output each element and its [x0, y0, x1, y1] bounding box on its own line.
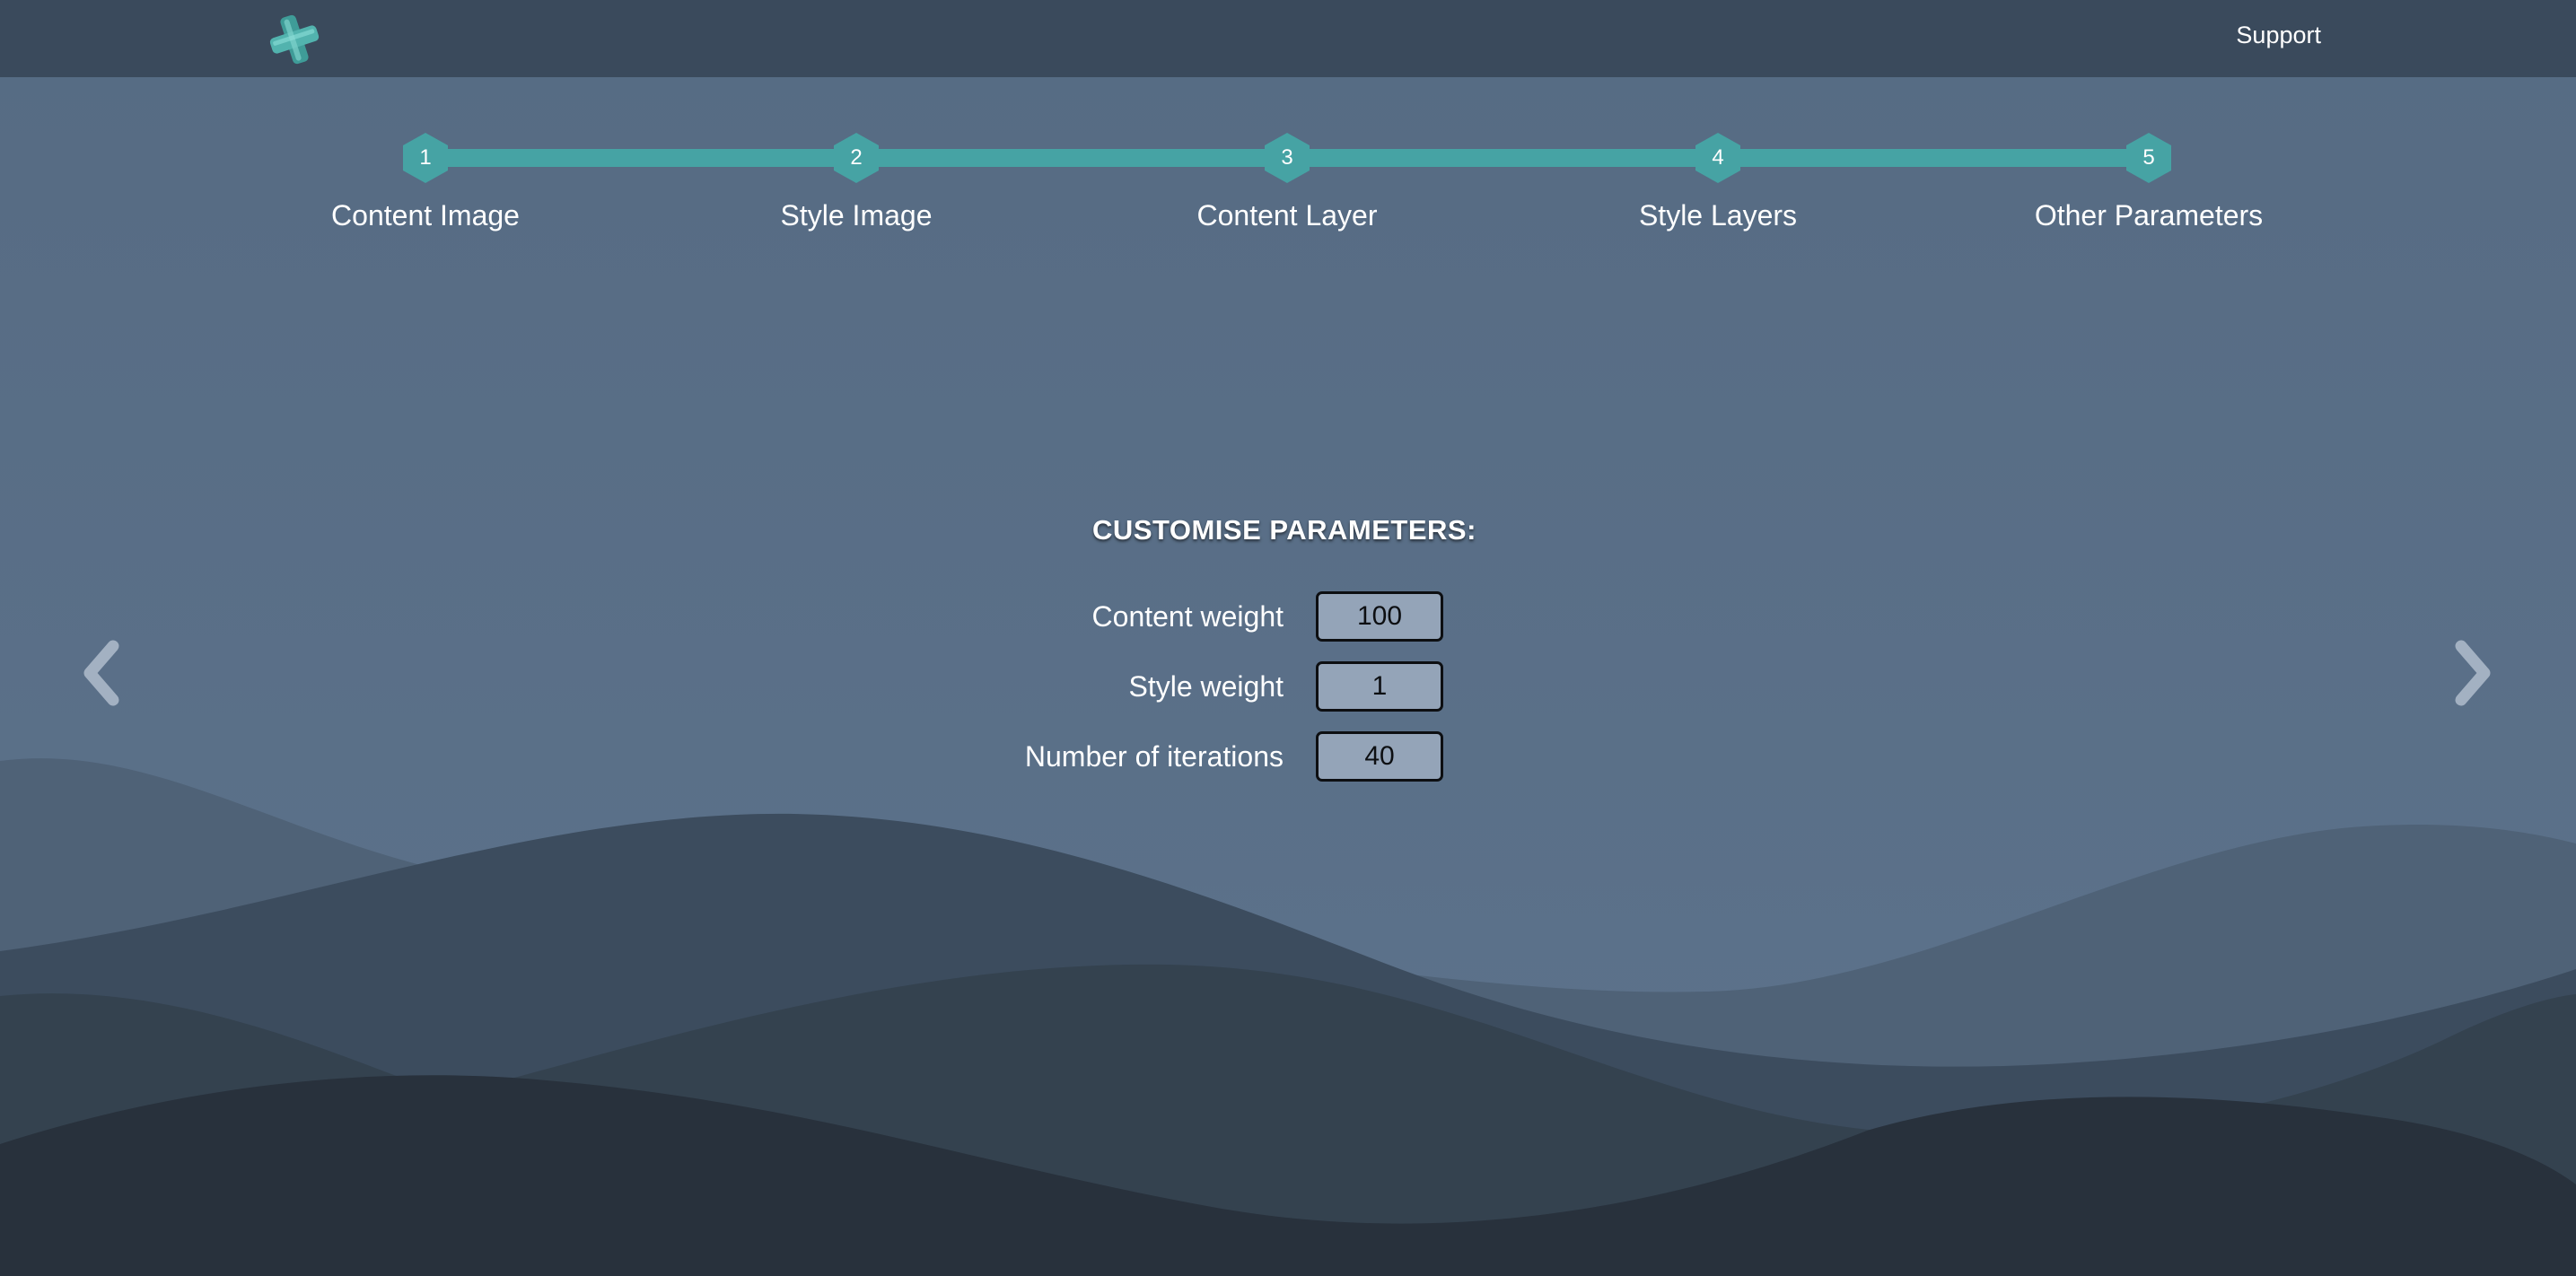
progress-stepper: 1 2 3 4 5 Content Image Style Image Cont…: [0, 0, 2576, 269]
chevron-right-icon: [2455, 640, 2491, 706]
step-3-number: 3: [1281, 145, 1293, 170]
chevron-left-icon: [83, 640, 119, 706]
iterations-input[interactable]: [1316, 731, 1443, 782]
step-3-marker[interactable]: 3: [1260, 131, 1314, 185]
step-5-number: 5: [2142, 145, 2155, 170]
step-2-marker[interactable]: 2: [829, 131, 883, 185]
next-button[interactable]: [2447, 639, 2497, 707]
style-weight-label: Style weight: [1128, 670, 1284, 703]
style-weight-input[interactable]: [1316, 661, 1443, 712]
step-1-label[interactable]: Content Image: [246, 199, 605, 232]
step-2-label[interactable]: Style Image: [677, 199, 1036, 232]
param-row-iterations: Number of iterations: [0, 731, 2576, 782]
step-4-number: 4: [1712, 145, 1724, 170]
panel-title: CUSTOMISE PARAMETERS:: [1092, 514, 1476, 546]
step-2-number: 2: [850, 145, 863, 170]
step-5-label[interactable]: Other Parameters: [1969, 199, 2328, 232]
step-5-marker[interactable]: 5: [2122, 131, 2176, 185]
step-4-label[interactable]: Style Layers: [1538, 199, 1897, 232]
iterations-label: Number of iterations: [1024, 740, 1284, 773]
step-4-marker[interactable]: 4: [1691, 131, 1745, 185]
step-3-label[interactable]: Content Layer: [1108, 199, 1467, 232]
param-row-content-weight: Content weight: [0, 591, 2576, 642]
param-row-style-weight: Style weight: [0, 661, 2576, 712]
step-1-marker[interactable]: 1: [399, 131, 452, 185]
content-weight-input[interactable]: [1316, 591, 1443, 642]
previous-button[interactable]: [77, 639, 127, 707]
step-1-number: 1: [419, 145, 432, 170]
content-weight-label: Content weight: [1091, 600, 1284, 633]
